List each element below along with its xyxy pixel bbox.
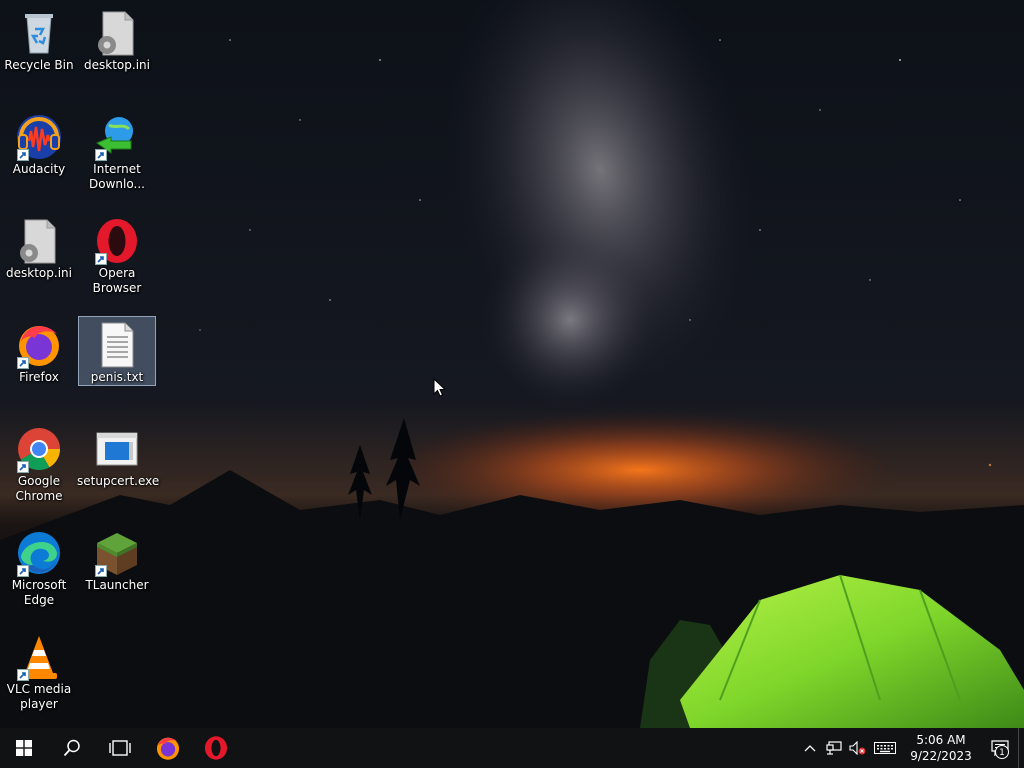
shortcut-arrow-icon [17,669,29,681]
recycle-bin-icon [13,9,65,57]
firefox-icon [13,321,65,369]
speaker-muted-icon [849,741,866,755]
chevron-up-icon [804,745,816,752]
desktop-icon-label: VLC media player [6,682,72,711]
task-view-button[interactable] [96,728,144,768]
taskbar: 5:06 AM 9/22/2023 1 [0,728,1024,768]
desktop-icon-internet-download-manager[interactable]: Internet Downlo... [78,108,156,191]
desktop-icon-setupcert-exe[interactable]: setupcert.exe [77,420,160,490]
internet-download-manager-icon [91,113,143,161]
desktop-icon-label: Firefox [19,370,59,384]
desktop-icon-label: TLauncher [85,578,149,592]
shortcut-arrow-icon [17,565,29,577]
clock-date: 9/22/2023 [910,749,972,763]
audacity-icon [13,113,65,161]
desktop-icon-firefox[interactable]: Firefox [0,316,78,386]
desktop-icon-desktop-ini-2[interactable]: desktop.ini [0,212,78,282]
desktop-icon-penis-txt[interactable]: penis.txt [78,316,156,386]
settings-file-icon [91,9,143,57]
desktop-icon-opera-browser[interactable]: Opera Browser [78,212,156,295]
taskbar-firefox[interactable] [144,728,192,768]
taskbar-opera[interactable] [192,728,240,768]
desktop-icon-label: desktop.ini [6,266,72,280]
opera-icon [204,736,228,760]
shortcut-arrow-icon [95,149,107,161]
desktop-icon-desktop-ini-1[interactable]: desktop.ini [78,4,156,74]
exe-window-icon [91,425,143,473]
network-icon [826,741,842,755]
task-view-icon [109,740,131,756]
edge-icon [13,529,65,577]
desktop-icon-label: Opera Browser [92,266,142,295]
desktop-icon-audacity[interactable]: Audacity [0,108,78,178]
clock[interactable]: 5:06 AM 9/22/2023 [900,732,982,764]
desktop-icon-recycle-bin[interactable]: Recycle Bin [0,4,78,74]
touch-keyboard-button[interactable] [870,728,900,768]
text-file-icon [91,321,143,369]
settings-file-icon [13,217,65,265]
desktop-icon-microsoft-edge[interactable]: Microsoft Edge [0,524,78,607]
shortcut-arrow-icon [17,461,29,473]
search-button[interactable] [48,728,96,768]
desktop-icon-label: Microsoft Edge [11,578,67,607]
desktop-icon-google-chrome[interactable]: Google Chrome [0,420,78,503]
desktop-icon-label: Internet Downlo... [89,162,145,191]
volume-button[interactable] [846,728,870,768]
windows-logo-icon [16,740,32,756]
desktop-icon-label: Google Chrome [15,474,63,503]
keyboard-icon [874,742,896,754]
desktop-icon-label: penis.txt [90,370,144,384]
shortcut-arrow-icon [17,149,29,161]
desktop-icon-label: setupcert.exe [77,474,160,488]
shortcut-arrow-icon [95,565,107,577]
desktop-icon-vlc[interactable]: VLC media player [0,628,78,711]
shortcut-arrow-icon [17,357,29,369]
shortcut-arrow-icon [95,253,107,265]
show-desktop-button[interactable] [1018,728,1024,768]
desktop-icon-tlauncher[interactable]: TLauncher [78,524,156,594]
start-button[interactable] [0,728,48,768]
network-button[interactable] [822,728,846,768]
show-hidden-icons-button[interactable] [798,728,822,768]
vlc-cone-icon [13,633,65,681]
action-center-button[interactable]: 1 [982,728,1018,768]
clock-time: 5:06 AM [916,733,966,747]
notification-count-badge: 1 [995,745,1009,759]
desktop-icon-label: Recycle Bin [4,58,74,72]
firefox-icon [156,737,180,760]
desktop-icon-label: desktop.ini [84,58,150,72]
mouse-cursor-icon [433,378,447,397]
search-icon [63,739,80,757]
opera-icon [91,217,143,265]
chrome-icon [13,425,65,473]
desktop-icon-label: Audacity [12,162,66,176]
minecraft-grass-block-icon [91,529,143,577]
system-tray: 5:06 AM 9/22/2023 1 [798,728,1024,768]
